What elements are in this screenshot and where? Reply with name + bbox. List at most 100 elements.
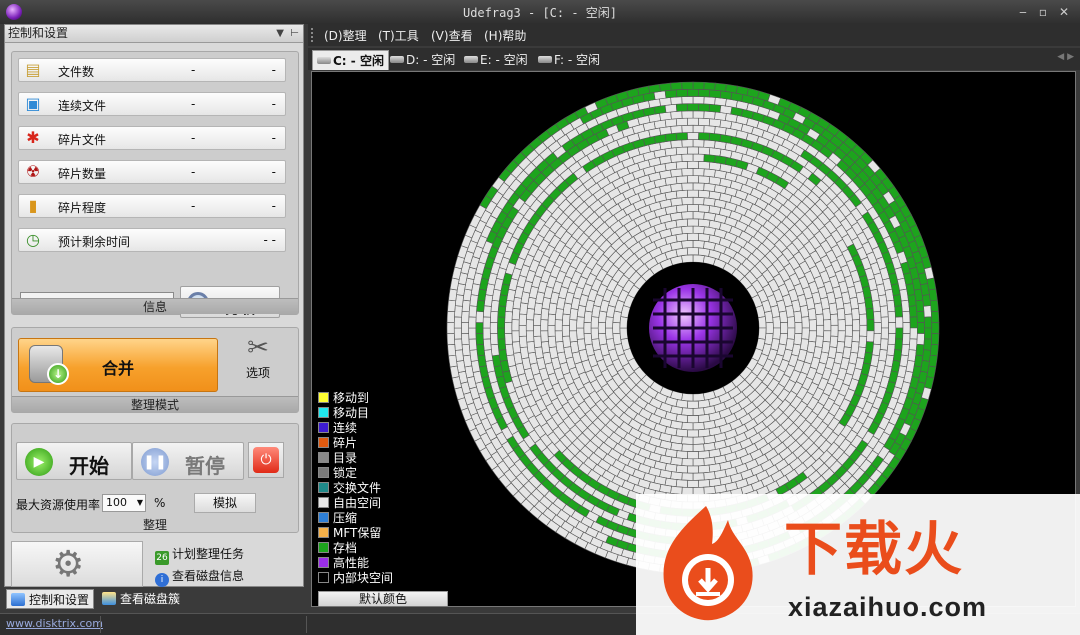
menu-tools[interactable]: (T)工具	[378, 27, 419, 44]
default-colors-button[interactable]: 默认颜色	[318, 591, 448, 606]
cluster-block	[468, 305, 478, 318]
info-value-secondary: -	[271, 199, 276, 213]
cluster-block	[900, 299, 910, 313]
cluster-block	[916, 333, 925, 346]
tab-drive-d[interactable]: D: - 空闲	[386, 50, 459, 70]
cluster-block	[698, 160, 711, 170]
info-value: -	[191, 199, 196, 213]
legend-label: 高性能	[333, 556, 370, 570]
legend-swatch[interactable]	[318, 482, 329, 493]
simulate-button[interactable]: 模拟	[194, 493, 256, 513]
legend-swatch[interactable]	[318, 557, 329, 568]
cluster-block	[786, 316, 796, 329]
cluster-block	[453, 316, 462, 329]
hard-drive-icon	[464, 56, 478, 63]
info-value: -	[191, 63, 196, 77]
cluster-block	[681, 182, 694, 191]
fragmentation-level-icon: ▮	[28, 196, 38, 215]
legend-label: 交换文件	[333, 481, 382, 495]
control-settings-panel: 控制和设置 ▼ ⊢ ▤ 文件数 - - ▣ 连续文件 - - ✱ 碎片文件 - …	[4, 24, 304, 587]
max-resource-select[interactable]: 100 ▼	[102, 494, 146, 512]
legend-swatch[interactable]	[318, 452, 329, 463]
menu-defrag[interactable]: (D)整理	[324, 27, 367, 44]
cluster-block	[664, 103, 678, 113]
legend-swatch[interactable]	[318, 542, 329, 553]
cluster-block	[448, 354, 458, 368]
cluster-block	[619, 316, 629, 329]
cluster-block	[816, 324, 825, 337]
cluster-block	[511, 319, 520, 332]
cluster-block	[504, 322, 513, 334]
legend-swatch[interactable]	[318, 422, 329, 433]
menu-view[interactable]: (V)查看	[431, 27, 473, 44]
legend-swatch[interactable]	[318, 437, 329, 448]
cluster-block	[692, 254, 705, 264]
menu-help[interactable]: (H)帮助	[484, 27, 526, 44]
cluster-block	[675, 88, 688, 98]
tab-drive-c[interactable]: C: - 空闲	[312, 50, 389, 70]
options-button[interactable]: ✂ 选项	[238, 332, 278, 388]
cluster-block	[540, 319, 549, 332]
cluster-block	[703, 110, 716, 120]
cluster-block	[793, 310, 803, 323]
legend-swatch[interactable]	[318, 572, 329, 583]
cluster-block	[687, 160, 699, 169]
cluster-block	[698, 175, 711, 185]
close-icon[interactable]: ✕	[1056, 4, 1072, 20]
legend-swatch[interactable]	[318, 392, 329, 403]
info-label: 文件数	[58, 65, 95, 79]
cluster-block	[858, 313, 868, 326]
info-label: 碎片程度	[58, 201, 107, 215]
legend-item: 交换文件	[318, 481, 393, 496]
cluster-block	[866, 330, 875, 343]
legend-swatch[interactable]	[318, 527, 329, 538]
drive-tabs: C: - 空闲 D: - 空闲 E: - 空闲 F: - 空闲 ◀ ▶	[308, 48, 1080, 70]
maximize-icon[interactable]: ▫	[1035, 4, 1051, 20]
legend-label: 锁定	[333, 466, 358, 480]
legend-swatch[interactable]	[318, 512, 329, 523]
stop-button[interactable]: ⏻	[248, 442, 284, 478]
cluster-block	[511, 330, 520, 343]
toolbar-grip[interactable]	[311, 28, 315, 42]
cluster-block	[698, 464, 711, 474]
legend-swatch[interactable]	[318, 407, 329, 418]
tab-drive-e[interactable]: E: - 空闲	[460, 50, 532, 70]
view-disk-info-label: 查看磁盘信息	[172, 569, 245, 583]
gear-icon: ⚙	[52, 544, 85, 585]
cluster-block	[692, 240, 705, 249]
cluster-block	[675, 428, 688, 438]
legend-swatch[interactable]	[318, 497, 329, 508]
tab-drive-f[interactable]: F: - 空闲	[534, 50, 604, 70]
legend-item: 目录	[318, 451, 393, 466]
cluster-block	[851, 330, 861, 343]
pause-button[interactable]: ❚❚ 暂停	[132, 442, 244, 480]
tab-label: 控制和设置	[29, 593, 90, 607]
cluster-block	[887, 333, 897, 346]
merge-button[interactable]: ↓ 合并	[18, 338, 218, 392]
tab-scroll-arrows[interactable]: ◀ ▶	[1057, 52, 1074, 62]
info-label: 碎片数量	[58, 167, 107, 181]
cluster-block	[518, 324, 527, 337]
view-disk-info-link[interactable]: i 查看磁盘信息	[155, 567, 244, 587]
start-button[interactable]: ▶ 开始	[16, 442, 132, 480]
panel-header-controls[interactable]: ▼ ⊢	[276, 25, 299, 42]
cluster-block	[692, 96, 705, 105]
cluster-block	[928, 354, 938, 368]
settings-card[interactable]: ⚙	[11, 541, 143, 587]
schedule-task-link[interactable]: 26 计划整理任务	[155, 545, 244, 565]
cluster-block	[929, 343, 939, 357]
cluster-block	[533, 324, 542, 337]
drive-tab-label: E: - 空闲	[480, 53, 528, 67]
cluster-block	[692, 182, 705, 191]
cluster-block	[923, 338, 932, 351]
website-link[interactable]: www.disktrix.com	[6, 617, 103, 630]
cluster-block	[511, 307, 521, 321]
legend-item: 连续	[318, 421, 393, 436]
tab-view-clusters[interactable]: 查看磁盘簇	[98, 589, 184, 609]
tab-control-settings[interactable]: 控制和设置	[6, 589, 95, 609]
cluster-block	[687, 88, 699, 97]
cluster-block	[708, 103, 722, 113]
cluster-block	[687, 451, 699, 460]
minimize-icon[interactable]: ‒	[1015, 4, 1031, 20]
legend-swatch[interactable]	[318, 467, 329, 478]
